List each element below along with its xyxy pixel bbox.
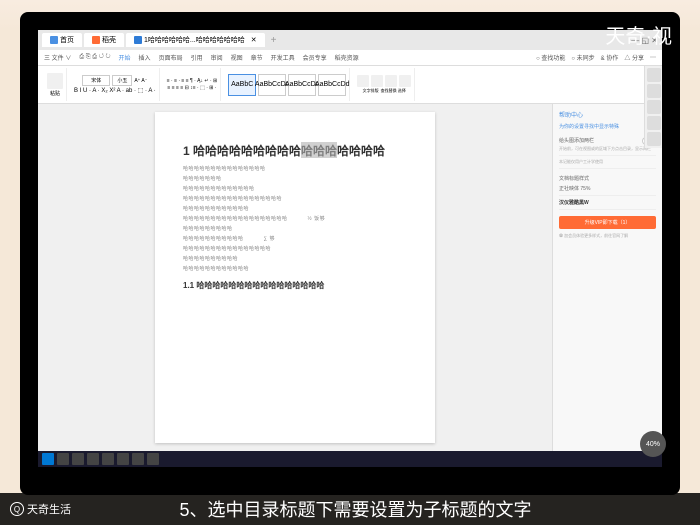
body-text[interactable]: 哈哈哈哈哈哈哈哈哈哈哈哈 [183, 205, 407, 212]
document-canvas[interactable]: 1 哈哈哈哈哈哈哈哈哈哈哈哈哈哈哈哈 哈哈哈哈哈哈哈哈哈哈哈哈哈哈哈 哈哈哈哈哈… [38, 104, 552, 451]
ribbon-font[interactable]: 宋体 小五 A⁺ A⁻ B I U · A · X₂ X² A · ab · ⬚… [71, 68, 160, 101]
ribbon: 粘贴 宋体 小五 A⁺ A⁻ B I U · A · X₂ X² A · ab … [38, 66, 662, 104]
ribbon-paragraph[interactable]: ≡ · ≡ · ≡ ≡ ¶ · Ą↓ ↵ · ⊞ ≡ ≡ ≡ ≡ ⊟ ↕≡ · … [164, 68, 222, 101]
start-button[interactable] [42, 453, 54, 465]
task-icon[interactable] [132, 453, 144, 465]
menu-review[interactable]: 审阅 [211, 53, 223, 62]
menu-start[interactable]: 开始 [119, 53, 131, 62]
collab-button[interactable]: & 协作 [601, 53, 619, 62]
task-icon[interactable] [57, 453, 69, 465]
body-text[interactable]: 哈哈哈哈哈哈哈哈哈哈哈∑ 够 [183, 235, 407, 242]
menu-quickaccess[interactable]: ⎙ ⎘ ⎙ ↺ ↻ [79, 54, 110, 61]
body-text[interactable]: 哈哈哈哈哈哈哈哈哈哈 [183, 255, 407, 262]
menu-layout[interactable]: 页面布局 [159, 53, 183, 62]
menu-dev[interactable]: 开发工具 [271, 53, 295, 62]
menu-vip[interactable]: 会员专享 [303, 53, 327, 62]
side-icon[interactable] [647, 132, 661, 146]
logo-icon: Q [10, 502, 24, 516]
search-box[interactable]: ○ 查找功能 [536, 53, 565, 62]
panel-section: 文档标题样式 [559, 175, 656, 182]
formula: ½ 饭够 [308, 215, 326, 222]
right-panel: 帮助中心 ⋮ ✕ 为你的设置寻找中显示特殊 给头图添加两栏 开始前，可在视图或的… [552, 104, 662, 451]
tab-docer[interactable]: 稻壳 [84, 33, 124, 47]
body-text[interactable]: 哈哈哈哈哈哈哈哈哈 [183, 225, 407, 232]
task-icon[interactable] [102, 453, 114, 465]
page: 1 哈哈哈哈哈哈哈哈哈哈哈哈哈哈哈哈 哈哈哈哈哈哈哈哈哈哈哈哈哈哈哈 哈哈哈哈哈… [155, 112, 435, 443]
tab-document[interactable]: 1哈哈哈哈哈哈...哈哈哈哈哈哈哈✕ [126, 33, 265, 47]
side-toolbar [644, 66, 662, 148]
taskbar [38, 451, 662, 467]
task-icon[interactable] [72, 453, 84, 465]
formula: ∑ 够 [264, 235, 275, 242]
task-icon[interactable] [147, 453, 159, 465]
caption-bar: Q 天奇生活 5、选中目录标题下需要设置为子标题的文字 [0, 493, 700, 525]
body-text[interactable]: 哈哈哈哈哈哈哈哈哈哈哈哈哈哈哈 [183, 165, 407, 172]
side-icon[interactable] [647, 68, 661, 82]
ribbon-clipboard[interactable]: 粘贴 [44, 68, 67, 101]
upgrade-vip-button[interactable]: 升级VIP即下载（1） [559, 216, 656, 229]
body-text[interactable]: 哈哈哈哈哈哈哈哈哈哈哈哈哈 [183, 185, 407, 192]
body-text[interactable]: 哈哈哈哈哈哈哈 [183, 175, 407, 182]
side-icon[interactable] [647, 116, 661, 130]
titlebar: 首页 稻壳 1哈哈哈哈哈哈...哈哈哈哈哈哈哈✕ + — ◱ ✕ [38, 30, 662, 50]
panel-item-label: 给头图添加两栏 [559, 138, 594, 144]
menu-chapter[interactable]: 章节 [251, 53, 263, 62]
watermark: 天奇·视 [605, 20, 672, 49]
task-icon[interactable] [87, 453, 99, 465]
text-selection [301, 142, 337, 158]
menu-view[interactable]: 视图 [231, 53, 243, 62]
panel-title: 帮助中心 [559, 110, 583, 119]
style-heading2[interactable]: AaBbCcDd [288, 74, 316, 96]
style-normal[interactable]: AaBbC [228, 74, 256, 96]
panel-note: 本记能仅用户工计学使用 [559, 156, 656, 169]
menu-references[interactable]: 引用 [191, 53, 203, 62]
style-heading3[interactable]: AaBbCcDd [318, 74, 346, 96]
tab-home[interactable]: 首页 [42, 33, 82, 47]
more-button[interactable]: ⋯ [650, 54, 656, 61]
menubar: 三 文件 ∨ ⎙ ⎘ ⎙ ↺ ↻ 开始 插入 页面布局 引用 审阅 视图 章节 … [38, 50, 662, 66]
floating-badge[interactable]: 40% [640, 431, 666, 457]
body-text[interactable]: 哈哈哈哈哈哈哈哈哈哈哈哈哈哈哈哈 [183, 245, 407, 252]
style-heading1[interactable]: AaBbCcDd [258, 74, 286, 96]
heading-1[interactable]: 1 哈哈哈哈哈哈哈哈哈哈哈哈哈哈哈哈 [183, 142, 407, 159]
ribbon-editing[interactable]: 文字排版 查找替换 选择 [354, 68, 415, 101]
menu-insert[interactable]: 插入 [139, 53, 151, 62]
share-button[interactable]: △ 分享 [624, 53, 644, 62]
panel-subtitle: 为你的设置寻找中显示特殊 [559, 123, 656, 130]
logo: Q 天奇生活 [10, 501, 71, 517]
screen: 首页 稻壳 1哈哈哈哈哈哈...哈哈哈哈哈哈哈✕ + — ◱ ✕ 三 文件 ∨ … [38, 30, 662, 467]
task-icon[interactable] [117, 453, 129, 465]
panel-footer: ✿ 加会员体验更多样式，前往官网了解 [559, 233, 656, 239]
ribbon-styles[interactable]: AaBbC AaBbCcDd AaBbCcDd AaBbCcDd [225, 68, 350, 101]
heading-2[interactable]: 1.1 哈哈哈哈哈哈哈哈哈哈哈哈哈哈哈哈 [183, 280, 407, 291]
side-icon[interactable] [647, 100, 661, 114]
font-option[interactable]: 正社映体 75% [559, 182, 656, 196]
font-option[interactable]: 汉仪雅酷黑W [559, 196, 656, 210]
body-text[interactable]: 哈哈哈哈哈哈哈哈哈哈哈哈哈哈哈哈哈哈 [183, 195, 407, 202]
body-text[interactable]: 哈哈哈哈哈哈哈哈哈哈哈哈哈哈哈哈哈哈哈½ 饭够 [183, 215, 407, 222]
menu-file[interactable]: 三 文件 ∨ [44, 53, 71, 62]
new-tab-button[interactable]: + [271, 35, 277, 46]
sync-status[interactable]: ○ 未同步 [571, 53, 594, 62]
monitor-frame: 首页 稻壳 1哈哈哈哈哈哈...哈哈哈哈哈哈哈✕ + — ◱ ✕ 三 文件 ∨ … [20, 12, 680, 495]
caption-text: 5、选中目录标题下需要设置为子标题的文字 [81, 496, 690, 522]
menu-resources[interactable]: 稻壳资源 [335, 53, 359, 62]
side-icon[interactable] [647, 84, 661, 98]
body-text[interactable]: 哈哈哈哈哈哈哈哈哈哈哈哈 [183, 265, 407, 272]
